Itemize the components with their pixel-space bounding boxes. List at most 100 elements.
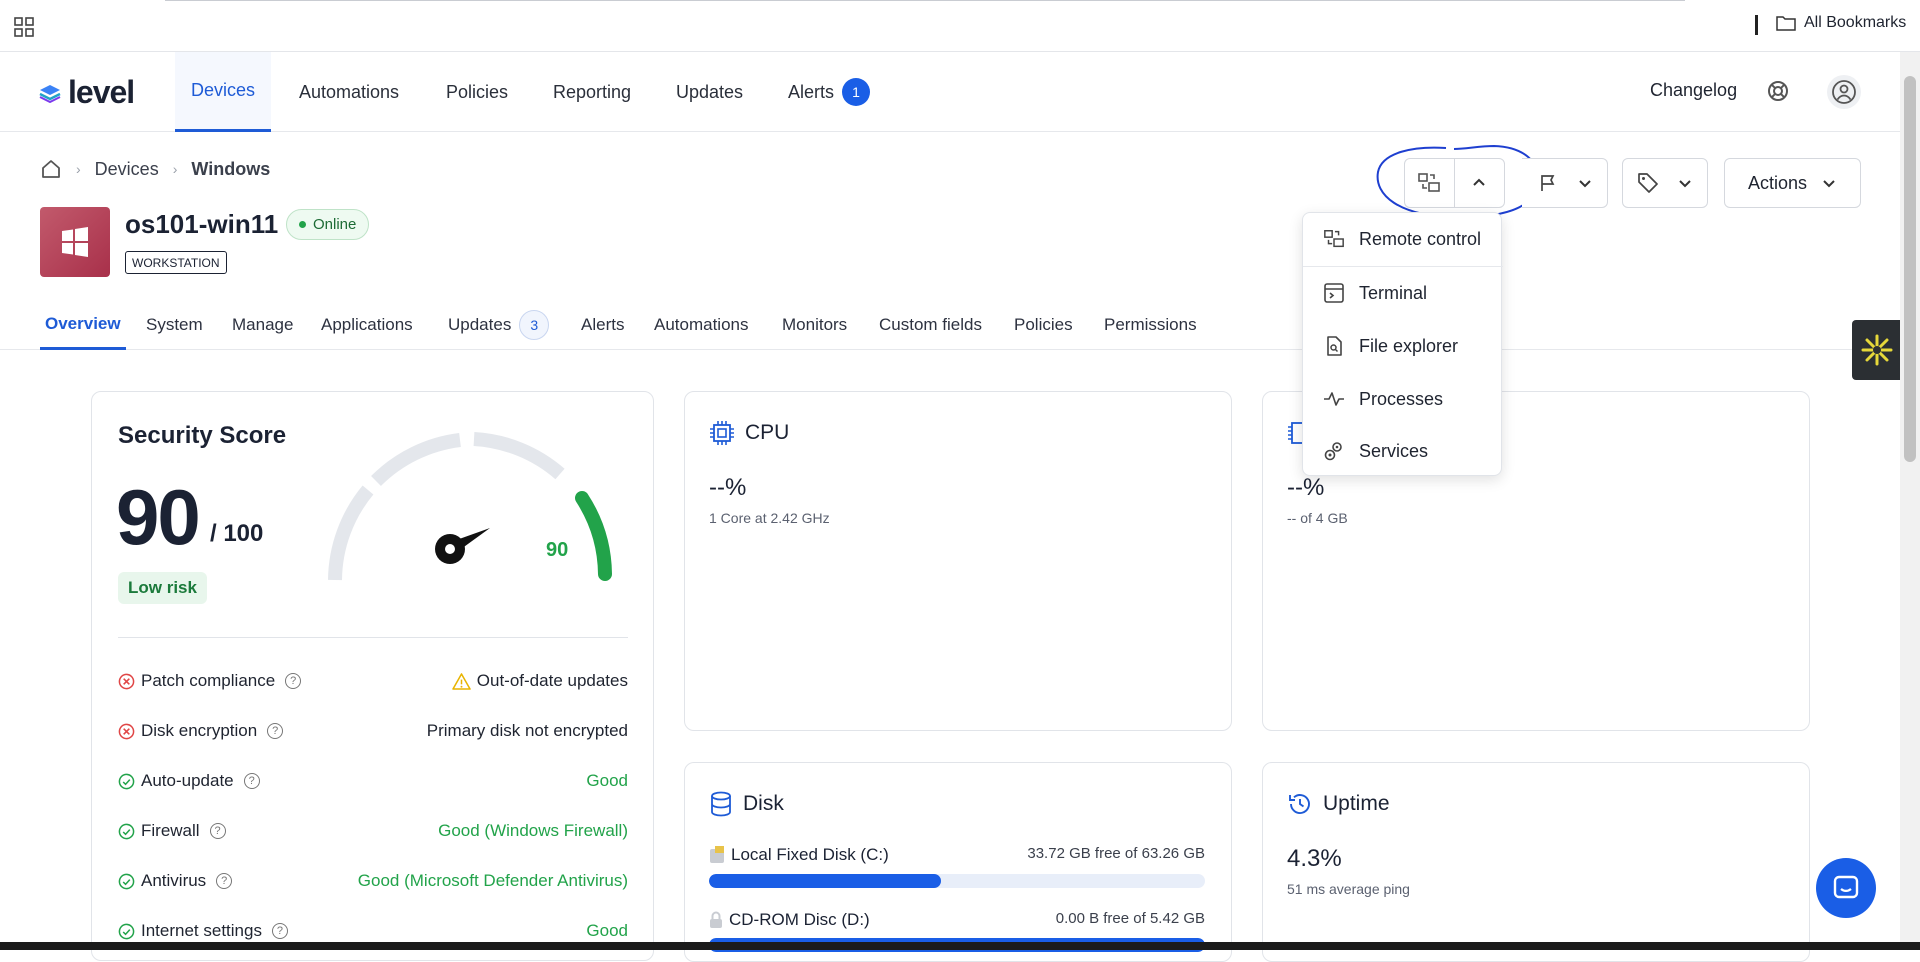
card-title: Security Score xyxy=(118,422,287,449)
device-tabs: Overview System Manage Applications Upda… xyxy=(0,300,1900,350)
clock-history-icon xyxy=(1289,794,1310,814)
tab-label: Monitors xyxy=(782,315,848,334)
tab-label: Custom fields xyxy=(879,315,982,334)
nav-reporting[interactable]: Reporting xyxy=(553,52,631,132)
windows-device-tile xyxy=(40,207,110,277)
chevron-down-icon xyxy=(1823,180,1835,188)
menu-item-remote-control[interactable]: Remote control xyxy=(1303,213,1503,265)
chat-icon xyxy=(1833,875,1859,899)
error-circle-icon xyxy=(118,723,135,739)
disk-free: 0.00 B free of 5.42 GB xyxy=(1055,910,1205,927)
logo-text: level xyxy=(68,74,135,110)
help-icon[interactable]: ? xyxy=(216,873,233,889)
nav-devices[interactable]: Devices xyxy=(175,52,272,132)
error-circle-icon xyxy=(118,673,135,689)
breadcrumb-current: Windows xyxy=(191,158,271,179)
help-icon[interactable]: ? xyxy=(209,823,226,839)
nav-label: Policies xyxy=(446,81,509,102)
tag-dropdown-button[interactable] xyxy=(1622,158,1708,208)
tab-permissions[interactable]: Permissions xyxy=(1104,300,1197,350)
help-icon[interactable]: ? xyxy=(285,673,302,689)
tab-label: Updates xyxy=(448,315,512,334)
disk-usage-fill xyxy=(709,874,941,888)
menu-item-label: Terminal xyxy=(1359,282,1428,303)
home-icon[interactable] xyxy=(40,158,62,180)
bookmarks-bar: All Bookmarks xyxy=(0,0,1920,52)
row-value: Good xyxy=(586,921,628,940)
online-dot-icon xyxy=(299,221,306,228)
database-icon xyxy=(711,791,731,817)
help-icon[interactable]: ? xyxy=(267,723,284,739)
all-bookmarks-button[interactable]: All Bookmarks xyxy=(1776,14,1906,32)
menu-item-processes[interactable]: Processes xyxy=(1303,373,1503,425)
tab-policies[interactable]: Policies xyxy=(1014,300,1073,350)
tab-label: Permissions xyxy=(1104,315,1197,334)
lock-icon xyxy=(710,911,722,928)
status-label: Online xyxy=(313,216,357,233)
apps-grid-icon[interactable] xyxy=(14,17,34,37)
user-circle-icon xyxy=(1827,75,1861,109)
menu-item-services[interactable]: Services xyxy=(1303,425,1503,477)
chevron-right-icon: › xyxy=(76,161,81,177)
cpu-icon xyxy=(710,421,734,445)
tab-label: Manage xyxy=(232,315,294,334)
scrollbar-thumb[interactable] xyxy=(1904,76,1916,462)
nav-policies[interactable]: Policies xyxy=(446,52,508,132)
lifebuoy-icon[interactable] xyxy=(1766,79,1790,103)
tab-applications[interactable]: Applications xyxy=(321,300,413,350)
windows-logo-icon xyxy=(62,227,88,257)
row-value: Primary disk not encrypted xyxy=(426,721,628,740)
row-label: Auto-update xyxy=(141,771,234,790)
chevron-right-icon: › xyxy=(172,161,178,177)
file-search-icon xyxy=(1327,336,1342,356)
tab-monitors[interactable]: Monitors xyxy=(782,300,847,350)
tab-label: Applications xyxy=(321,315,413,334)
gauge-value: 90 xyxy=(546,539,569,561)
tab-updates[interactable]: Updates 3 xyxy=(448,300,550,350)
help-icon[interactable]: ? xyxy=(243,773,260,789)
chat-launcher-button[interactable] xyxy=(1816,858,1876,918)
actions-label: Actions xyxy=(1747,172,1808,193)
cpu-title: CPU xyxy=(745,421,790,444)
uptime-detail: 51 ms average ping xyxy=(1287,881,1410,897)
tab-label: Overview xyxy=(45,313,121,333)
nav-automations[interactable]: Automations xyxy=(299,52,399,132)
disk-card: Disk Local Fixed Disk (C:) 33.72 GB free… xyxy=(684,762,1232,962)
security-row-firewall: Firewall ? Good (Windows Firewall) xyxy=(118,821,628,841)
nav-updates[interactable]: Updates xyxy=(676,52,743,132)
row-value: Good xyxy=(586,771,628,790)
remote-control-icon xyxy=(1324,230,1344,248)
menu-item-terminal[interactable]: Terminal xyxy=(1303,267,1503,319)
tab-custom-fields[interactable]: Custom fields xyxy=(879,300,982,350)
actions-button[interactable]: Actions xyxy=(1724,158,1861,208)
risk-badge: Low risk xyxy=(118,572,207,604)
tag-icon xyxy=(1638,173,1658,193)
user-avatar-button[interactable] xyxy=(1826,74,1862,115)
drive-icon xyxy=(710,846,724,863)
menu-item-label: Processes xyxy=(1359,388,1444,409)
tab-alerts[interactable]: Alerts xyxy=(581,300,624,350)
changelog-link[interactable]: Changelog xyxy=(1650,80,1737,101)
check-circle-icon xyxy=(118,823,135,839)
tab-automations[interactable]: Automations xyxy=(654,300,749,350)
device-type-badge: WORKSTATION xyxy=(125,251,227,274)
tab-overview[interactable]: Overview xyxy=(40,300,126,350)
status-badge: Online xyxy=(286,209,370,240)
tab-manage[interactable]: Manage xyxy=(232,300,293,350)
chevron-down-icon xyxy=(1579,180,1591,188)
uptime-title: Uptime xyxy=(1323,792,1390,815)
flag-dropdown-button[interactable] xyxy=(1522,158,1608,208)
side-widget-button[interactable] xyxy=(1852,320,1902,380)
help-icon[interactable]: ? xyxy=(271,923,288,939)
page-scrollbar[interactable] xyxy=(1900,52,1920,942)
tab-system[interactable]: System xyxy=(146,300,203,350)
breadcrumb-devices[interactable]: Devices xyxy=(95,159,159,180)
flag-icon xyxy=(1541,175,1555,191)
disk-name: CD-ROM Disc (D:) xyxy=(729,910,870,929)
level-logo[interactable]: level xyxy=(38,74,135,111)
memory-usage: --% xyxy=(1287,474,1325,501)
uptime-card: Uptime 4.3% 51 ms average ping xyxy=(1262,762,1810,962)
menu-item-file-explorer[interactable]: File explorer xyxy=(1303,320,1503,372)
chevron-down-icon xyxy=(1679,180,1691,188)
nav-alerts[interactable]: Alerts 1 xyxy=(788,52,871,132)
